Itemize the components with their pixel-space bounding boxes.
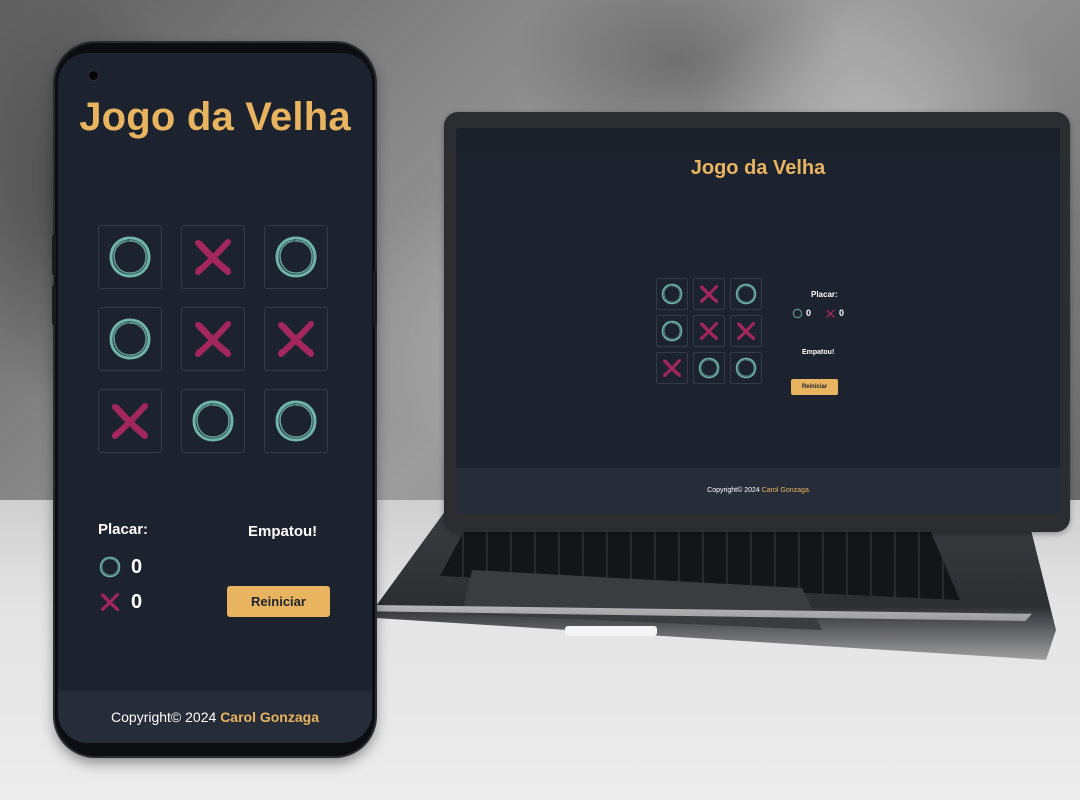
- laptop-board-cell-1[interactable]: [656, 278, 688, 310]
- board-cell-6[interactable]: [264, 307, 328, 371]
- cross-mark-icon: [189, 315, 237, 363]
- laptop-board-cell-8[interactable]: [693, 352, 725, 384]
- cross-mark-icon: [106, 397, 154, 445]
- circle-mark-icon: [106, 315, 154, 363]
- laptop-footer: Copyright© 2024 Carol Gonzaga: [456, 468, 1060, 514]
- circle-mark-icon: [272, 233, 320, 281]
- laptop-score-x: 0: [825, 308, 844, 319]
- game-board: [98, 225, 330, 453]
- cross-mark-icon: [98, 590, 122, 614]
- laptop-scoreboard: 0 0: [792, 306, 862, 320]
- cross-mark-icon: [825, 308, 836, 319]
- board-cell-5[interactable]: [181, 307, 245, 371]
- board-cell-1[interactable]: [98, 225, 162, 289]
- laptop-board-cell-2[interactable]: [693, 278, 725, 310]
- score-x-row: 0: [98, 590, 142, 614]
- laptop-score-x-value: 0: [839, 308, 845, 318]
- laptop-board-cell-6[interactable]: [730, 315, 762, 347]
- board-cell-3[interactable]: [264, 225, 328, 289]
- footer-copyright: Copyright© 2024: [111, 709, 217, 725]
- laptop-board-cell-7[interactable]: [656, 352, 688, 384]
- laptop-footer-copyright: Copyright© 2024: [707, 487, 760, 494]
- laptop-reset-button[interactable]: Reiniciar: [791, 379, 838, 395]
- laptop-game-status: Empatou!: [802, 349, 835, 356]
- board-cell-7[interactable]: [98, 389, 162, 453]
- reset-button[interactable]: Reiniciar: [227, 586, 330, 617]
- laptop-footer-author: Carol Gonzaga: [761, 487, 809, 494]
- score-x-value: 0: [131, 590, 143, 613]
- footer: Copyright© 2024 Carol Gonzaga: [58, 691, 372, 743]
- laptop-screen: Jogo da Velha Placar: 0 0 Empatou! Reini…: [456, 128, 1060, 514]
- laptop-board-cell-5[interactable]: [693, 315, 725, 347]
- phone-power-button: [373, 270, 377, 326]
- circle-mark-icon: [98, 555, 122, 579]
- laptop-board-cell-3[interactable]: [730, 278, 762, 310]
- phone-volume-button-2: [52, 285, 56, 325]
- cross-mark-icon: [272, 315, 320, 363]
- circle-mark-icon: [660, 319, 684, 343]
- laptop-page-title: Jogo da Velha: [690, 157, 826, 179]
- board-cell-4[interactable]: [98, 307, 162, 371]
- page-title: Jogo da Velha: [79, 95, 351, 139]
- camera-icon: [88, 70, 99, 81]
- laptop-board-cell-4[interactable]: [656, 315, 688, 347]
- game-status: Empatou!: [248, 523, 318, 540]
- circle-mark-icon: [272, 397, 320, 445]
- board-cell-9[interactable]: [264, 389, 328, 453]
- phone-screen: Jogo da Velha Placar: 0 0 Empatou! Reini…: [58, 53, 372, 743]
- score-o-value: 0: [131, 555, 143, 578]
- cross-mark-icon: [697, 319, 721, 343]
- laptop-score-o: 0: [792, 308, 811, 319]
- circle-mark-icon: [660, 282, 684, 306]
- cross-mark-icon: [697, 282, 721, 306]
- score-label: Placar:: [98, 521, 149, 538]
- laptop-score-label: Placar:: [811, 290, 838, 299]
- circle-mark-icon: [734, 356, 758, 380]
- cross-mark-icon: [660, 356, 684, 380]
- board-cell-8[interactable]: [181, 389, 245, 453]
- circle-mark-icon: [697, 356, 721, 380]
- phone-volume-button: [52, 235, 56, 275]
- laptop-game-board: [656, 278, 766, 390]
- score-o-row: 0: [98, 555, 142, 579]
- circle-mark-icon: [106, 233, 154, 281]
- laptop-score-o-value: 0: [806, 308, 812, 318]
- laptop-board-cell-9[interactable]: [730, 352, 762, 384]
- laptop-browser-bar: [456, 128, 1060, 154]
- circle-mark-icon: [189, 397, 237, 445]
- cross-mark-icon: [189, 233, 237, 281]
- circle-mark-icon: [734, 282, 758, 306]
- circle-mark-icon: [792, 308, 803, 319]
- footer-author: Carol Gonzaga: [220, 709, 319, 725]
- laptop-notch-light: [565, 626, 657, 636]
- board-cell-2[interactable]: [181, 225, 245, 289]
- cross-mark-icon: [734, 319, 758, 343]
